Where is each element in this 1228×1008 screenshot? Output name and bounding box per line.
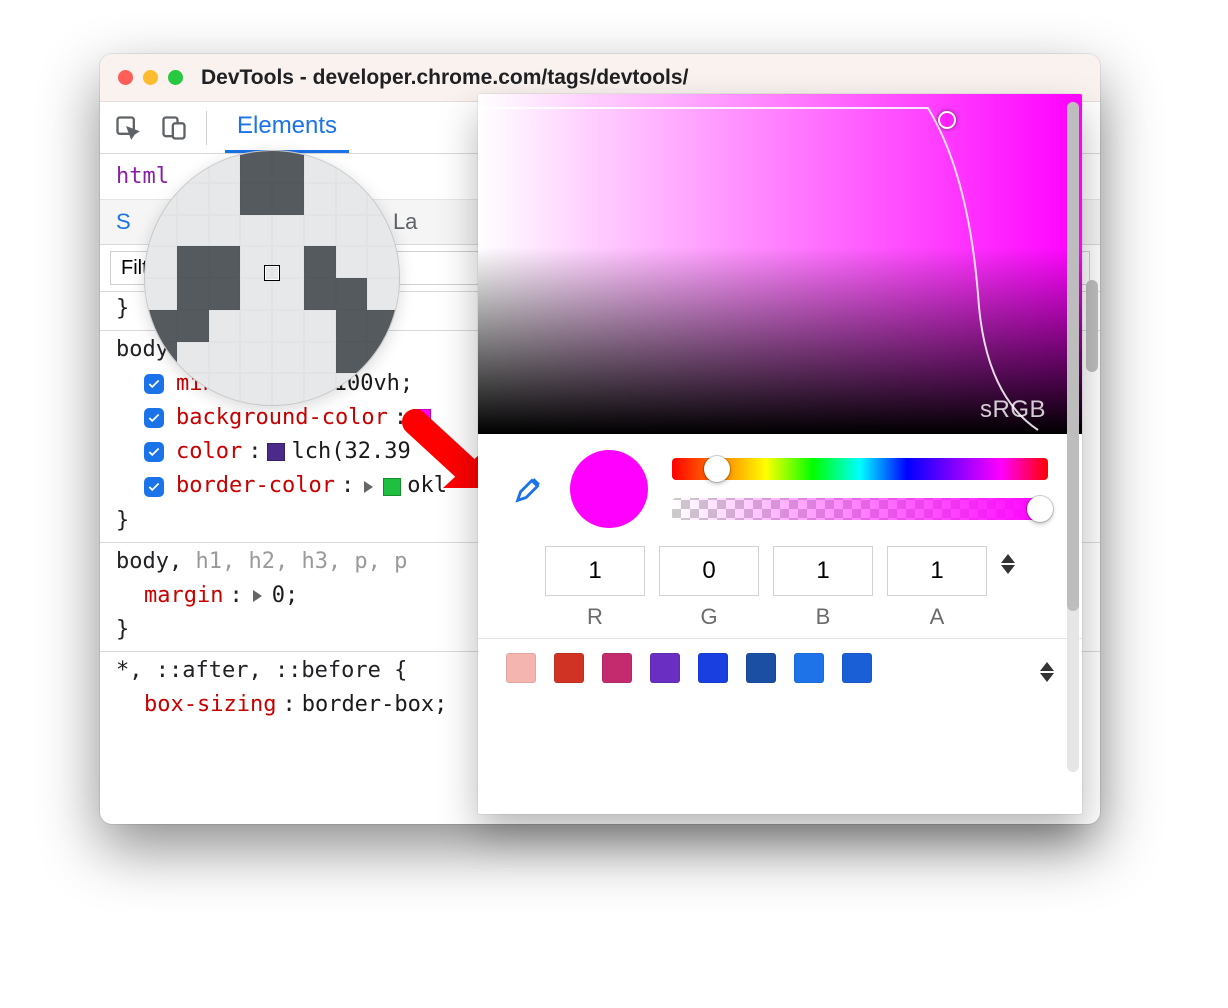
alpha-thumb[interactable] <box>1027 496 1053 522</box>
maximize-window-icon[interactable] <box>168 70 183 85</box>
r-input[interactable] <box>545 546 645 596</box>
chevron-down-icon[interactable] <box>1001 565 1015 574</box>
g-label: G <box>700 604 717 630</box>
srgb-boundary-icon <box>478 94 1082 434</box>
a-input[interactable] <box>887 546 987 596</box>
alpha-slider[interactable] <box>672 498 1048 520</box>
palette-stepper[interactable] <box>1040 654 1054 682</box>
r-label: R <box>587 604 603 630</box>
checkbox-icon[interactable] <box>144 374 164 394</box>
a-label: A <box>930 604 945 630</box>
palette-swatch[interactable] <box>842 653 872 683</box>
spectrum-handle[interactable] <box>938 111 956 129</box>
minimize-window-icon[interactable] <box>143 70 158 85</box>
color-picker: sRGB R G B <box>478 94 1082 814</box>
rgba-inputs: R G B A <box>478 536 1082 638</box>
checkbox-icon[interactable] <box>144 477 164 497</box>
expand-icon[interactable] <box>364 481 373 493</box>
palette-swatch[interactable] <box>602 653 632 683</box>
scrollbar[interactable] <box>1086 280 1098 372</box>
current-color-swatch <box>570 450 648 528</box>
chevron-down-icon[interactable] <box>1040 673 1054 682</box>
palette-swatch[interactable] <box>554 653 584 683</box>
magnifier-cursor <box>265 266 279 280</box>
checkbox-icon[interactable] <box>144 408 164 428</box>
eyedropper-magnifier[interactable] <box>144 150 400 406</box>
color-swatch-icon[interactable] <box>267 443 285 461</box>
window-controls <box>118 70 183 85</box>
b-input[interactable] <box>773 546 873 596</box>
close-window-icon[interactable] <box>118 70 133 85</box>
window-title: DevTools - developer.chrome.com/tags/dev… <box>201 66 688 90</box>
palette-swatch[interactable] <box>506 653 536 683</box>
g-input[interactable] <box>659 546 759 596</box>
chevron-up-icon[interactable] <box>1001 554 1015 563</box>
hue-thumb[interactable] <box>704 456 730 482</box>
color-swatch-icon[interactable] <box>413 409 431 427</box>
inspect-element-icon[interactable] <box>114 114 142 142</box>
color-swatch-icon[interactable] <box>383 478 401 496</box>
spectrum-canvas[interactable]: sRGB <box>478 94 1082 434</box>
chevron-up-icon[interactable] <box>1040 662 1054 671</box>
device-toggle-icon[interactable] <box>160 114 188 142</box>
subtab-layout-partial[interactable]: La <box>393 209 417 235</box>
format-stepper[interactable] <box>1001 546 1015 574</box>
expand-icon[interactable] <box>253 590 262 602</box>
b-label: B <box>816 604 831 630</box>
picker-controls <box>478 434 1082 536</box>
toolbar-divider <box>206 111 207 145</box>
palette-swatch[interactable] <box>794 653 824 683</box>
subtab-styles-partial[interactable]: S <box>116 209 131 235</box>
palette-row <box>478 638 1082 697</box>
tab-elements[interactable]: Elements <box>225 102 349 153</box>
palette-swatch[interactable] <box>650 653 680 683</box>
palette-swatch[interactable] <box>698 653 728 683</box>
eyedropper-icon[interactable] <box>512 472 546 506</box>
scrollbar-thumb[interactable] <box>1067 102 1079 611</box>
gamut-label: sRGB <box>980 396 1046 424</box>
hue-slider[interactable] <box>672 458 1048 480</box>
scrollbar[interactable] <box>1067 102 1079 772</box>
checkbox-icon[interactable] <box>144 442 164 462</box>
palette-swatch[interactable] <box>746 653 776 683</box>
